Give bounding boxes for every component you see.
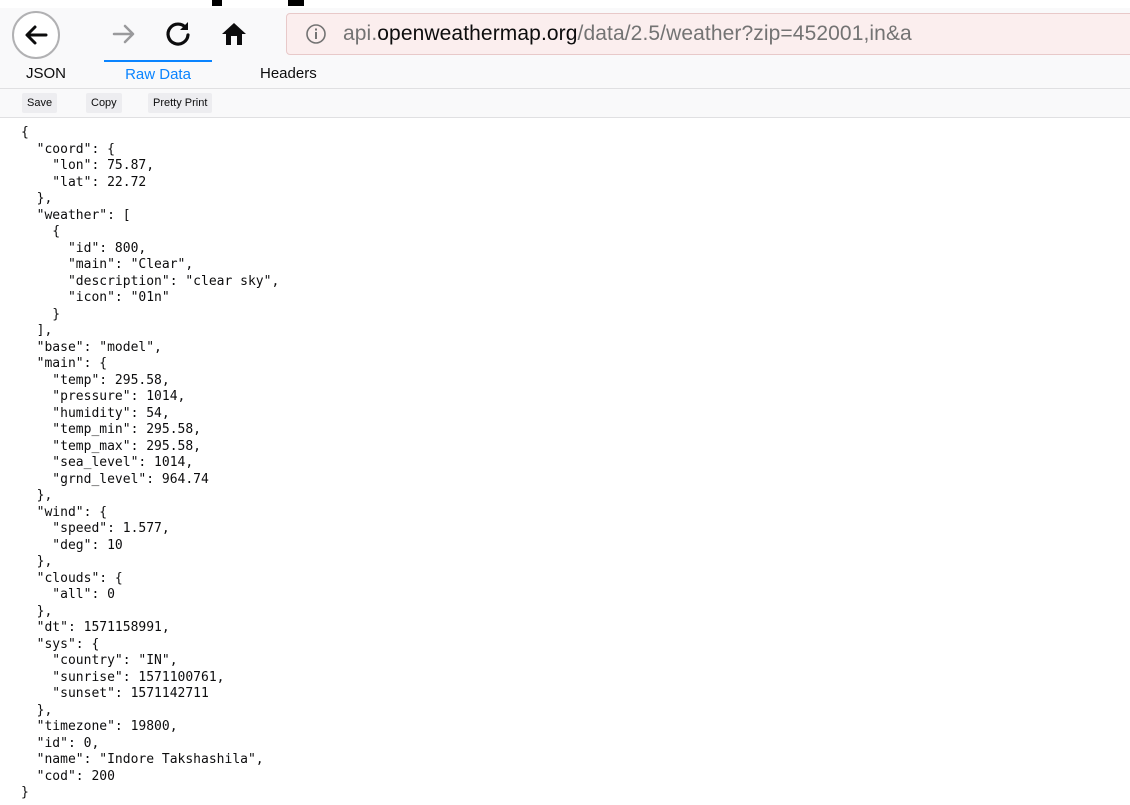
pretty-print-button[interactable]: Pretty Print <box>148 93 213 113</box>
raw-data-toolbar: Save Copy Pretty Print <box>0 89 1130 118</box>
reload-button[interactable] <box>158 14 198 54</box>
url-path: /data/2.5/weather?zip=452001,in&a <box>577 22 912 45</box>
cropped-glyph <box>212 0 222 6</box>
save-button[interactable]: Save <box>22 93 58 113</box>
top-cropped-strip <box>0 0 1130 8</box>
tab-headers[interactable]: Headers <box>250 60 327 88</box>
back-button[interactable] <box>12 11 60 59</box>
cropped-glyph <box>288 0 304 6</box>
tab-raw-data[interactable]: Raw Data <box>104 60 212 88</box>
forward-button[interactable] <box>104 14 144 54</box>
json-viewer-tabs: JSON Raw Data Headers <box>0 60 1130 89</box>
forward-arrow-icon <box>112 24 135 44</box>
home-icon <box>222 23 246 45</box>
url-text: api.openweathermap.org/data/2.5/weather?… <box>343 22 912 46</box>
url-host: openweathermap.org <box>377 22 578 45</box>
browser-nav-bar: api.openweathermap.org/data/2.5/weather?… <box>0 8 1130 61</box>
info-icon[interactable] <box>305 23 327 45</box>
tab-json[interactable]: JSON <box>16 60 76 88</box>
copy-button[interactable]: Copy <box>86 93 122 113</box>
reload-icon <box>166 22 190 46</box>
back-arrow-icon <box>25 25 48 45</box>
url-prefix: api. <box>343 22 378 45</box>
home-button[interactable] <box>214 14 254 54</box>
raw-json-text: { "coord": { "lon": 75.87, "lat": 22.72 … <box>21 125 280 800</box>
address-bar[interactable]: api.openweathermap.org/data/2.5/weather?… <box>286 13 1130 55</box>
